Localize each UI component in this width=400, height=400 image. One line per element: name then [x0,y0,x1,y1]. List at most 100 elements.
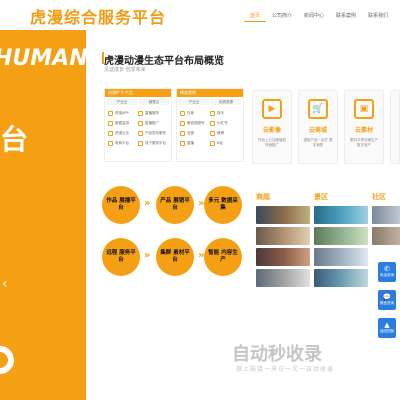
main-nav: 首页 公司简介 新闻中心 联系案例 联系我们 [244,10,394,22]
section-subtitle: 见证成长 创享未来 [104,67,146,73]
float-label: 电话咨询 [380,273,394,277]
list-item: 虎漫云仓 [108,128,138,138]
card-desc: 虚拟产品一站式 数字销售 [303,138,333,147]
card-desc: 素材共享加速生产 数字资产 [350,138,378,147]
list-item: 直播服务 [138,108,168,118]
photo-image [314,206,368,224]
item-icon [210,130,215,136]
float-label: 返回顶部 [380,329,394,333]
item-icon [108,140,113,146]
item-icon [210,120,215,126]
photo-image [256,206,310,224]
hero-banner: HUMAN 台 ‹ [0,30,86,400]
card-title: 云商城 [308,127,327,134]
panel-head: 动漫IP X 产品 [105,89,171,97]
phone-icon: ✆ [384,265,390,273]
card-cloud-video[interactable]: ▶ 云影像 作品上云加速播放 快速推广 [252,90,292,164]
carousel-prev-icon[interactable]: ‹ [2,276,8,292]
panel-head: 精准营销 [177,89,243,97]
nav-item-contact[interactable]: 联系我们 [362,10,394,22]
watermark-sub: 做上链接一来访一次一自动收录 [236,366,335,373]
photo-column-mall: 商超 [256,192,310,290]
list-item: 电商平台 [108,138,138,148]
service-cards: ▶ 云影像 作品上云加速播放 快速推广 🛒 云商城 虚拟产品一站式 数字销售 ▣… [252,90,400,164]
list-item: 数据监测 [108,118,138,128]
flow-node: 智能 内容生产 [204,238,242,276]
arrow-up-icon: ▲ [384,321,390,329]
flow-node: 远程 服务平台 [102,238,140,276]
card-cloud-mall[interactable]: 🛒 云商城 虚拟产品一站式 数字销售 [298,90,338,164]
photo-image [256,248,310,266]
item-icon [108,130,113,136]
arrow-right-icon: » [144,250,151,261]
list-item: 抖音 [180,108,210,118]
card-title: 云素材 [354,127,373,134]
back-to-top-button[interactable]: ▲ 返回顶部 [378,318,396,338]
play-icon: ▶ [262,99,282,119]
list-item: 百度 [180,128,210,138]
panel-ip-product: 动漫IP X 产品 产业云 销售云 虎漫APP 直播服务 数据监测 直播推广 虎… [104,88,172,162]
list-item: 小红书 [210,118,240,128]
hero-brand-text: HUMAN [0,46,86,71]
card-partial [390,90,400,164]
flow-node: 作品 展播平台 [102,186,140,224]
list-item: 线下服务平台 [138,138,168,148]
list-item: 快手 [210,108,240,118]
panel-tab[interactable]: 产业云 [107,99,137,105]
wechat-consult-button[interactable]: 💬 微信咨询 [378,290,396,310]
list-item: 直播推广 [138,118,168,128]
flow-node: 集群 素材平台 [156,238,194,276]
item-icon [180,120,185,126]
cart-icon: 🛒 [308,99,328,119]
list-item: 直播 [180,138,210,148]
header: 虎漫综合服务平台 首页 公司简介 新闻中心 联系案例 联系我们 [0,0,400,30]
phone-consult-button[interactable]: ✆ 电话咨询 [378,262,396,282]
photo-image [372,206,400,224]
flow-node: 产品 展销平台 [156,186,194,224]
image-icon: ▣ [354,99,374,119]
item-icon [138,110,143,116]
flow-node: 多元 数据采集 [204,186,242,224]
photo-label: 商超 [256,193,270,201]
photo-image [372,227,400,245]
item-icon [108,120,113,126]
card-title: 云影像 [262,127,281,134]
list-item: 微信视频号 [180,118,210,128]
hero-decor-circle [0,346,14,374]
photo-label: 景区 [314,193,328,201]
nav-item-about[interactable]: 公司简介 [266,10,298,22]
site-logo[interactable]: 虎漫综合服务平台 [30,4,166,28]
nav-item-news[interactable]: 新闻中心 [298,10,330,22]
card-cloud-material[interactable]: ▣ 云素材 素材共享加速生产 数字资产 [344,90,384,164]
item-icon [138,130,143,136]
panel-tab[interactable]: 优质资源 [211,99,241,105]
list-item: B站 [210,138,240,148]
list-item: 微博 [210,128,240,138]
hero-big-text: 台 [0,123,29,156]
item-icon [180,140,185,146]
photo-column-community: 社区 [372,192,400,248]
item-icon [180,130,185,136]
list-item: 虎漫APP [108,108,138,118]
item-icon [138,140,143,146]
watermark-main: 自动秒收录 [232,344,322,365]
item-icon [108,110,113,116]
nav-item-cases[interactable]: 联系案例 [330,10,362,22]
photo-image [314,269,368,287]
photo-column-scenic: 景区 [314,192,368,290]
section-title: 虎漫动漫生态平台布局概览 [104,56,224,67]
list-item: 产品发布服务 [138,128,168,138]
panel-marketing: 精准营销 产业云 优质资源 抖音 快手 微信视频号 小红书 百度 微博 直播 B… [176,88,244,162]
item-icon [210,140,215,146]
panel-tab[interactable]: 产业云 [179,99,209,105]
nav-item-home[interactable]: 首页 [244,10,267,22]
card-desc: 作品上云加速播放 快速推广 [258,138,286,147]
float-label: 微信咨询 [380,301,394,305]
wechat-icon: 💬 [382,293,392,301]
photo-label: 社区 [372,193,386,201]
photo-image [314,248,368,266]
photo-image [256,227,310,245]
photo-image [256,269,310,287]
panel-tab[interactable]: 销售云 [139,99,169,105]
item-icon [210,110,215,116]
